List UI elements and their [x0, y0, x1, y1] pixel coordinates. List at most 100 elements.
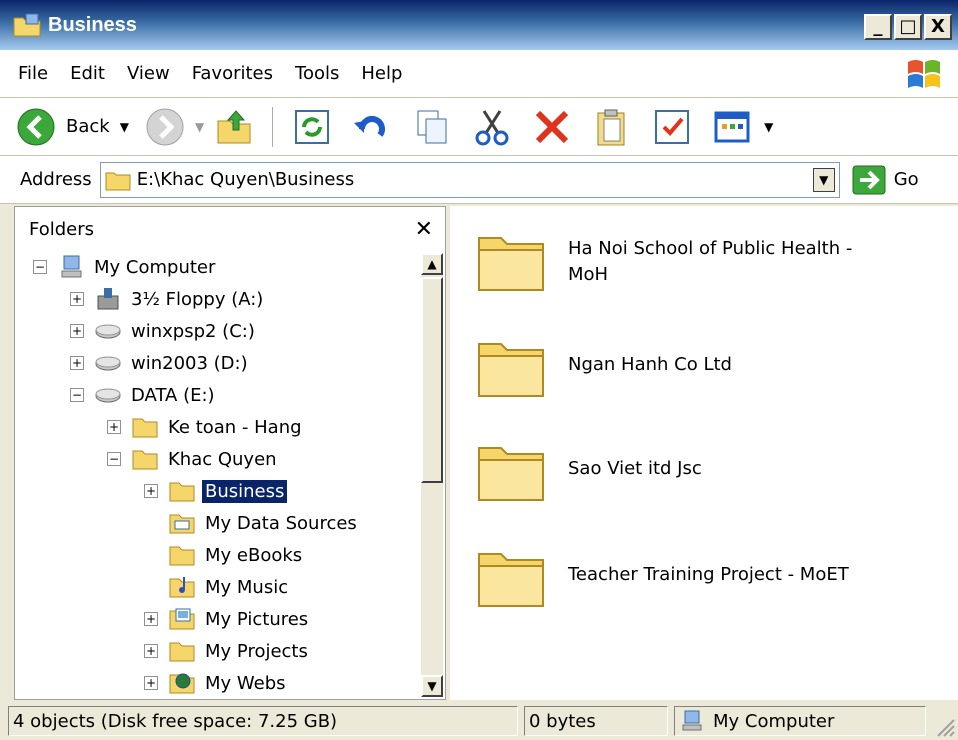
tree-item[interactable]: My Music [144, 571, 291, 603]
tree-item[interactable]: + Ke toan - Hang [107, 411, 305, 443]
go-arrow-icon [852, 165, 886, 194]
tree-item-label: My Computer [94, 256, 216, 278]
expand-icon[interactable]: + [107, 420, 121, 434]
expand-icon[interactable]: + [70, 292, 84, 306]
file-list-pane: Ha Noi School of Public Health - MoH Nga… [450, 206, 958, 700]
back-arrow-icon [17, 108, 55, 145]
views-icon[interactable] [712, 107, 752, 147]
back-button[interactable]: Back ▼ [16, 107, 129, 147]
maximize-button[interactable]: □ [894, 14, 922, 40]
folder-item[interactable]: Sao Viet itd Jsc [476, 438, 888, 504]
drive-icon [95, 324, 121, 339]
folder-icon [169, 482, 195, 502]
folder-icon [132, 418, 158, 438]
music-folder-icon [169, 577, 195, 598]
data-sources-icon [169, 514, 195, 534]
expand-icon[interactable]: + [144, 676, 158, 690]
tree-item-label: win2003 (D:) [131, 352, 248, 374]
cut-icon[interactable] [472, 107, 512, 147]
folder-item[interactable]: Teacher Training Project - MoET [476, 544, 888, 610]
expand-icon[interactable]: + [144, 612, 158, 626]
back-dropdown-icon[interactable]: ▼ [120, 120, 129, 134]
go-label: Go [893, 169, 919, 190]
back-label: Back [66, 116, 110, 137]
tree-item[interactable]: + My Webs [144, 667, 289, 697]
tree-item-label: My Projects [205, 640, 308, 662]
properties-icon[interactable] [652, 107, 692, 147]
expand-icon[interactable]: + [70, 356, 84, 370]
expand-icon[interactable]: + [144, 484, 158, 498]
tree-item[interactable]: + My Pictures [144, 603, 311, 635]
expand-icon[interactable]: + [70, 324, 84, 338]
status-size: 0 bytes [524, 706, 668, 736]
minimize-button[interactable]: _ [864, 14, 892, 40]
scroll-thumb[interactable] [421, 277, 443, 483]
tree-item[interactable]: + My Projects [144, 635, 311, 667]
tree-item-label: My eBooks [205, 544, 303, 566]
toolbar: Back ▼ ▼ ▼ [0, 98, 958, 156]
menu-help[interactable]: Help [361, 63, 402, 84]
delete-icon[interactable] [532, 107, 572, 147]
tree-item[interactable]: − My Computer [33, 251, 218, 283]
folder-icon [169, 642, 195, 662]
address-input[interactable]: E:\Khac Quyen\Business ▼ [99, 161, 840, 198]
menu-view[interactable]: View [127, 63, 170, 84]
address-value: E:\Khac Quyen\Business [136, 169, 355, 190]
resize-grip-icon[interactable] [934, 716, 956, 738]
folders-pane-header: Folders ✕ [15, 207, 445, 251]
tree-scrollbar[interactable]: ▲ ▼ [421, 253, 443, 697]
title-bar[interactable]: Business _ □ X [0, 0, 958, 50]
tree-item-label: My Data Sources [205, 512, 357, 534]
tree-item[interactable]: + winxpsp2 (C:) [70, 315, 258, 347]
floppy-icon [97, 288, 119, 310]
address-label: Address [20, 169, 92, 190]
close-button[interactable]: X [924, 14, 952, 40]
copy-to-icon[interactable] [412, 107, 452, 147]
menu-edit[interactable]: Edit [70, 63, 105, 84]
window-title: Business [48, 13, 137, 36]
tree-item-label: 3½ Floppy (A:) [131, 288, 264, 310]
expand-icon[interactable]: + [144, 644, 158, 658]
folder-icon [13, 13, 41, 37]
sync-icon[interactable] [292, 107, 332, 147]
tree-item[interactable]: My Data Sources [144, 507, 360, 539]
tree-item-label: My Webs [205, 672, 286, 694]
status-location: My Computer [713, 710, 835, 732]
scroll-down-button[interactable]: ▼ [421, 675, 443, 697]
folder-item[interactable]: Ha Noi School of Public Health - MoH [476, 228, 888, 294]
menu-tools[interactable]: Tools [295, 63, 339, 84]
folder-icon [478, 237, 544, 291]
toolbar-separator [272, 106, 275, 147]
paste-icon[interactable] [592, 107, 632, 147]
undo-icon[interactable] [352, 107, 392, 147]
address-dropdown-button[interactable]: ▼ [812, 167, 835, 192]
tree-item-label: Ke toan - Hang [168, 416, 302, 438]
tree-item-label: My Music [205, 576, 289, 598]
tree-item[interactable]: + Business [144, 475, 288, 507]
folder-item[interactable]: Ngan Hanh Co Ltd [476, 334, 888, 400]
folder-icon [478, 447, 544, 501]
tree-item[interactable]: − DATA (E:) [70, 379, 218, 411]
go-button[interactable]: Go [852, 165, 919, 195]
forward-arrow-icon[interactable] [145, 107, 185, 147]
menu-favorites[interactable]: Favorites [192, 63, 273, 84]
tree-item-label: winxpsp2 (C:) [131, 320, 255, 342]
views-dropdown-icon[interactable]: ▼ [764, 120, 773, 134]
forward-dropdown-icon[interactable]: ▼ [195, 120, 204, 134]
computer-icon [61, 255, 82, 278]
collapse-icon[interactable]: − [33, 260, 47, 274]
collapse-icon[interactable]: − [107, 452, 121, 466]
up-folder-icon[interactable] [214, 107, 254, 147]
menu-file[interactable]: File [18, 63, 48, 84]
tree-item[interactable]: My eBooks [144, 539, 305, 571]
webs-folder-icon [169, 673, 195, 694]
status-objects: 4 objects (Disk free space: 7.25 GB) [8, 706, 518, 736]
tree-item[interactable]: + win2003 (D:) [70, 347, 251, 379]
folder-name: Ha Noi School of Public Health - MoH [568, 238, 853, 285]
drive-icon [95, 356, 121, 371]
tree-item[interactable]: − Khac Quyen [107, 443, 280, 475]
collapse-icon[interactable]: − [70, 388, 84, 402]
scroll-up-button[interactable]: ▲ [421, 253, 443, 275]
tree-item[interactable]: +3½ Floppy (A:) [70, 283, 266, 315]
close-pane-icon[interactable]: ✕ [415, 217, 433, 242]
